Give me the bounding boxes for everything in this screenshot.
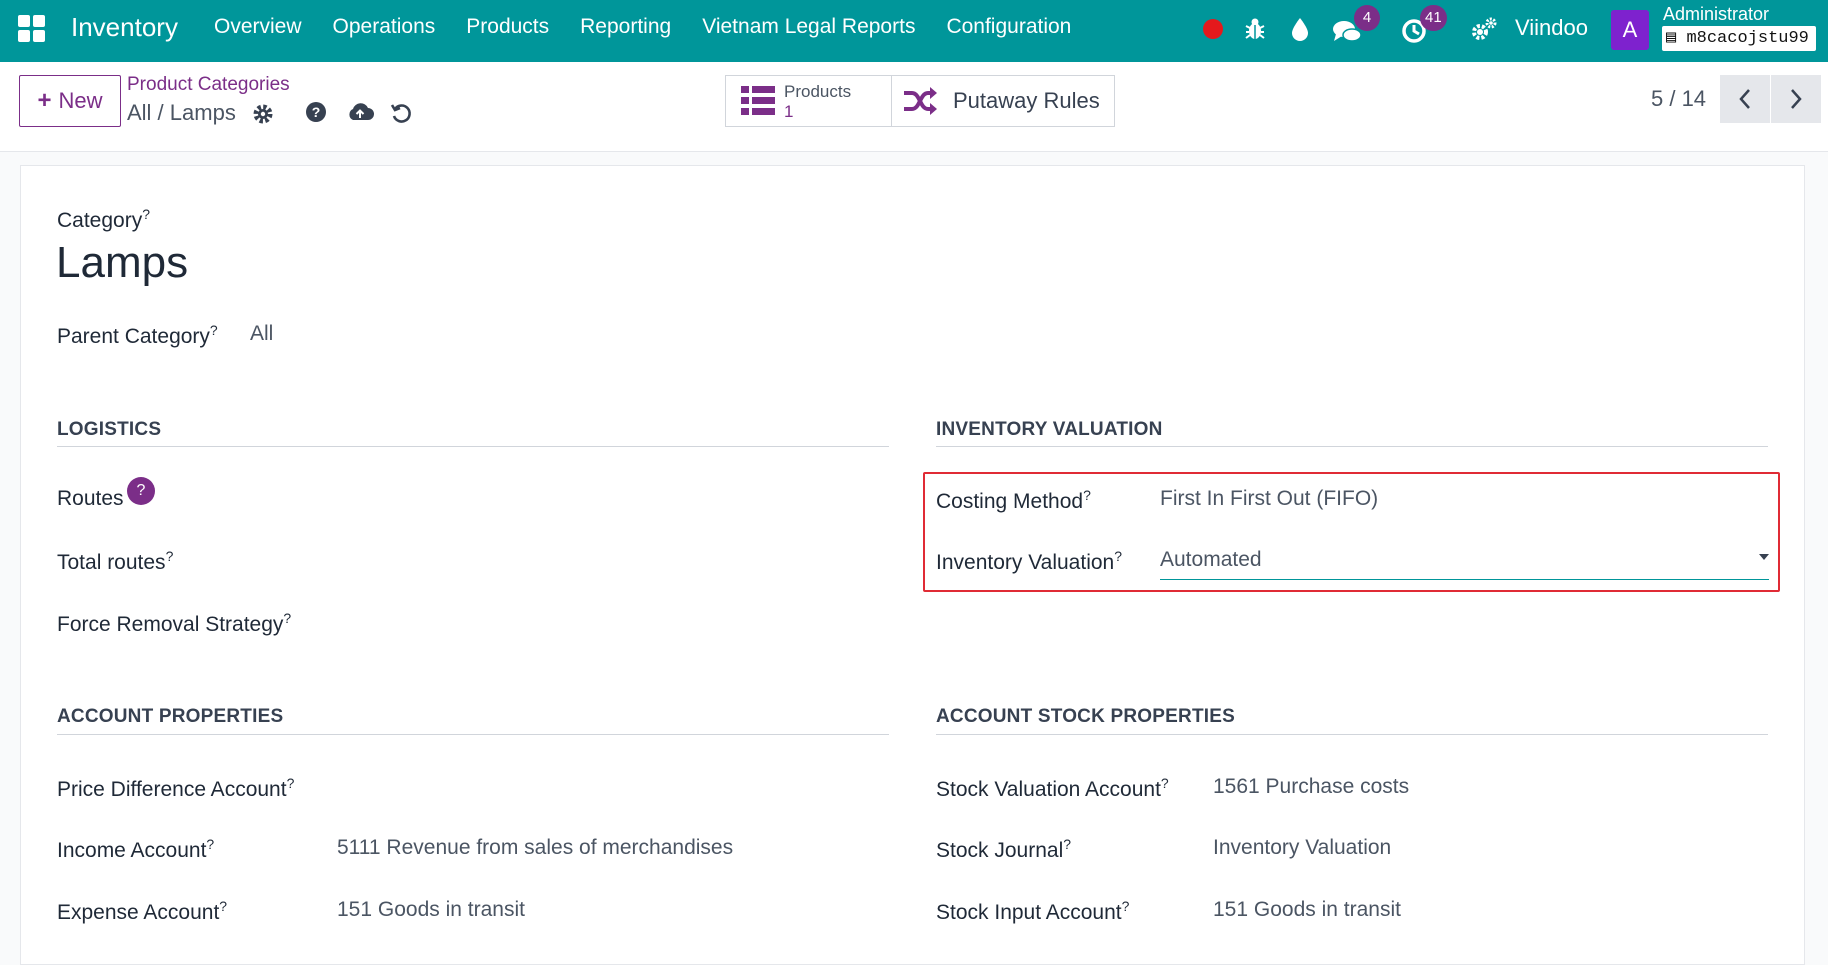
menu-overview[interactable]: Overview [214,15,302,39]
products-stat-label: Products [784,82,852,101]
stock-input-account-label: Stock Input Account? [936,898,1130,924]
menu-operations[interactable]: Operations [333,15,436,39]
routes-label: Routes [57,487,124,510]
category-label: Category? [57,206,151,232]
pager-next-button[interactable] [1771,75,1821,123]
help-icon[interactable]: ? [304,100,328,124]
menu-vietnam-legal-reports[interactable]: Vietnam Legal Reports [702,15,915,39]
menu-reporting[interactable]: Reporting [580,15,671,39]
chevron-left-icon [1739,89,1750,109]
logistics-section-title: LOGISTICS [57,419,162,440]
shuffle-icon [904,87,937,115]
database-name: ▤ m8cacojstu99 [1662,26,1816,51]
gear-icon[interactable] [251,102,275,126]
costing-method-field[interactable]: First In First Out (FIFO) [1160,487,1378,511]
account-stock-properties-section-title: ACCOUNT STOCK PROPERTIES [936,706,1235,727]
droplet-icon[interactable] [1285,14,1315,44]
pager-previous-button[interactable] [1720,75,1770,123]
logistics-divider [57,446,889,447]
inventory-valuation-section-title: INVENTORY VALUATION [936,419,1163,440]
caret-down-icon [1759,554,1769,560]
plus-icon: + [37,87,52,114]
parent-category-label: Parent Category? [57,322,218,348]
products-stat-value: 1 [784,102,794,121]
svg-text:?: ? [312,104,321,120]
database-icon: ▤ [1666,29,1677,48]
company-switcher[interactable]: Viindoo [1515,15,1588,41]
bug-icon[interactable] [1240,14,1270,44]
price-difference-account-label: Price Difference Account? [57,775,295,801]
stock-valuation-account-label: Stock Valuation Account? [936,775,1169,801]
putaway-rules-smart-button[interactable]: Putaway Rules [891,75,1115,127]
account-stock-properties-divider [936,734,1768,735]
stock-journal-label: Stock Journal? [936,836,1072,862]
activity-count-badge: 41 [1420,5,1447,31]
stock-valuation-account-field[interactable]: 1561 Purchase costs [1213,775,1409,799]
breadcrumb-current: All / Lamps [127,100,236,125]
inventory-valuation-select[interactable]: Automated [1160,544,1769,580]
top-navbar: Inventory Overview Operations Products R… [0,0,1828,62]
discard-undo-icon[interactable] [389,101,413,125]
menu-products[interactable]: Products [466,15,549,39]
user-avatar[interactable]: A [1611,10,1649,50]
stock-input-account-field[interactable]: 151 Goods in transit [1213,898,1401,922]
settings-gears-icon[interactable] [1469,14,1499,44]
record-indicator-icon[interactable] [1203,19,1223,39]
expense-account-label: Expense Account? [57,898,228,924]
chat-count-badge: 4 [1354,5,1380,31]
costing-method-label: Costing Method? [936,487,1091,513]
list-icon [741,86,775,115]
menu-configuration[interactable]: Configuration [946,15,1071,39]
stock-journal-field[interactable]: Inventory Valuation [1213,836,1391,860]
app-title[interactable]: Inventory [71,12,178,43]
new-button[interactable]: + New [19,75,121,127]
putaway-rules-label: Putaway Rules [953,88,1100,113]
cloud-upload-icon[interactable] [346,100,374,124]
income-account-field[interactable]: 5111 Revenue from sales of merchandises [337,836,733,860]
category-name-field[interactable]: Lamps [56,238,188,288]
account-properties-divider [57,734,889,735]
expense-account-field[interactable]: 151 Goods in transit [337,898,525,922]
total-routes-label: Total routes? [57,548,174,574]
user-name[interactable]: Administrator [1663,4,1769,25]
inventory-valuation-value: Automated [1160,548,1262,571]
force-removal-strategy-label: Force Removal Strategy? [57,610,292,636]
products-smart-button[interactable]: Products 1 [725,75,892,127]
new-button-label: New [58,88,103,113]
apps-menu-icon[interactable] [18,15,45,42]
chevron-right-icon [1791,89,1802,109]
account-properties-section-title: ACCOUNT PROPERTIES [57,706,284,727]
database-label: m8cacojstu99 [1686,29,1809,48]
income-account-label: Income Account? [57,836,215,862]
pager-value[interactable]: 5 / 14 [1651,86,1706,112]
control-panel: + New Product Categories All / Lamps ? P… [0,62,1828,152]
routes-help-icon[interactable]: ? [127,477,155,505]
main-menu: Overview Operations Products Reporting V… [214,15,1102,39]
parent-category-field[interactable]: All [250,322,273,346]
inventory-valuation-label: Inventory Valuation? [936,548,1123,574]
breadcrumb-product-categories[interactable]: Product Categories [127,74,290,96]
inventory-valuation-divider [936,446,1768,447]
